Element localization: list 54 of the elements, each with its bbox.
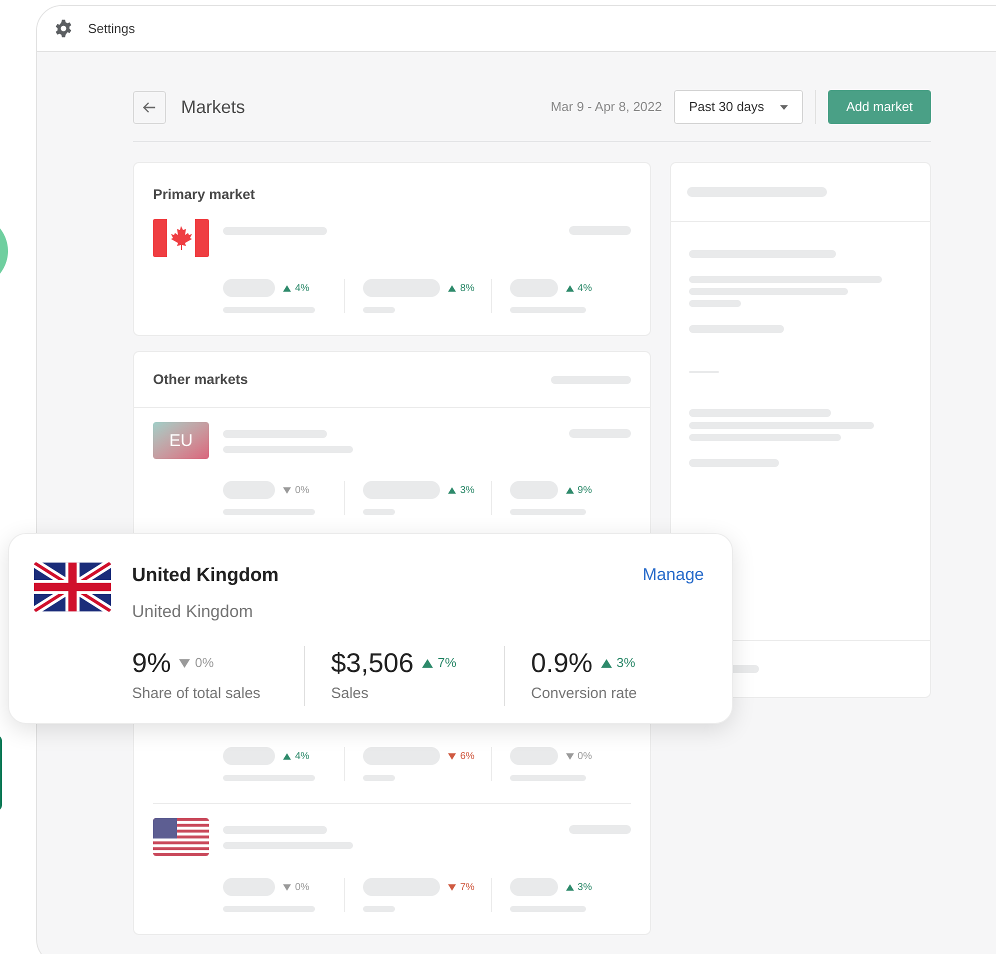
triangle-up-icon — [566, 884, 574, 890]
settings-icon — [54, 19, 73, 38]
trend-indicator: 3% — [566, 880, 592, 894]
trend-indicator: 0% — [283, 880, 310, 894]
metric-value: 0.9% — [531, 647, 593, 680]
caret-icon — [780, 104, 788, 110]
triangle-down-icon — [283, 486, 291, 494]
date-range: Mar 9 - Apr 8, 2022 — [550, 98, 662, 116]
trend-indicator: 3% — [448, 482, 475, 498]
page-title: Markets — [181, 96, 246, 118]
trend-indicator: 6% — [448, 748, 475, 764]
back-button[interactable] — [133, 90, 166, 124]
period-select[interactable]: Past 30 days — [674, 90, 803, 124]
region-badge: EU — [153, 422, 209, 459]
skeleton-bar — [510, 747, 558, 765]
metric-value: $3,506 — [331, 647, 414, 680]
trend-indicator: 3% — [600, 653, 636, 673]
triangle-up-icon — [600, 658, 612, 668]
triangle-up-icon — [283, 752, 291, 760]
triangle-up-icon — [566, 486, 574, 494]
metric-label: Share of total sales — [132, 684, 262, 704]
window-title: Settings — [88, 20, 135, 38]
card-title: Primary market — [152, 185, 256, 204]
trend-indicator: 0% — [566, 748, 592, 764]
triangle-down-icon — [283, 884, 291, 890]
market-name: United Kingdom — [132, 564, 279, 588]
trend-indicator: 4% — [283, 280, 310, 296]
trend-indicator: 8% — [448, 280, 475, 296]
skeleton-bar — [223, 747, 275, 765]
trend-indicator: 0% — [179, 653, 214, 673]
triangle-down-icon — [448, 884, 456, 890]
union-jack-flag-icon — [34, 562, 111, 612]
triangle-up-icon — [566, 284, 574, 292]
trend-indicator: 7% — [448, 880, 475, 894]
triangle-down-icon — [179, 658, 190, 668]
market-region: United Kingdom — [132, 600, 254, 622]
metric-label: Sales — [331, 684, 370, 704]
trend-indicator: 7% — [422, 653, 456, 673]
back-arrow-icon — [142, 100, 157, 114]
trend-indicator: 0% — [283, 482, 310, 498]
add-market-button[interactable]: Add market — [828, 90, 931, 124]
triangle-up-icon — [283, 284, 291, 292]
trend-indicator: 9% — [566, 482, 592, 498]
triangle-down-icon — [448, 752, 456, 760]
triangle-up-icon — [422, 658, 433, 668]
card-title: Other markets — [153, 370, 248, 389]
triangle-up-icon — [448, 486, 456, 494]
trend-indicator: 4% — [283, 748, 310, 764]
triangle-up-icon — [448, 284, 456, 292]
trend-indicator: 4% — [566, 280, 592, 296]
metric-value: 9% — [132, 647, 172, 680]
metric-label: Conversion rate — [531, 684, 638, 704]
triangle-down-icon — [566, 752, 574, 760]
manage-link[interactable]: Manage — [642, 562, 704, 588]
